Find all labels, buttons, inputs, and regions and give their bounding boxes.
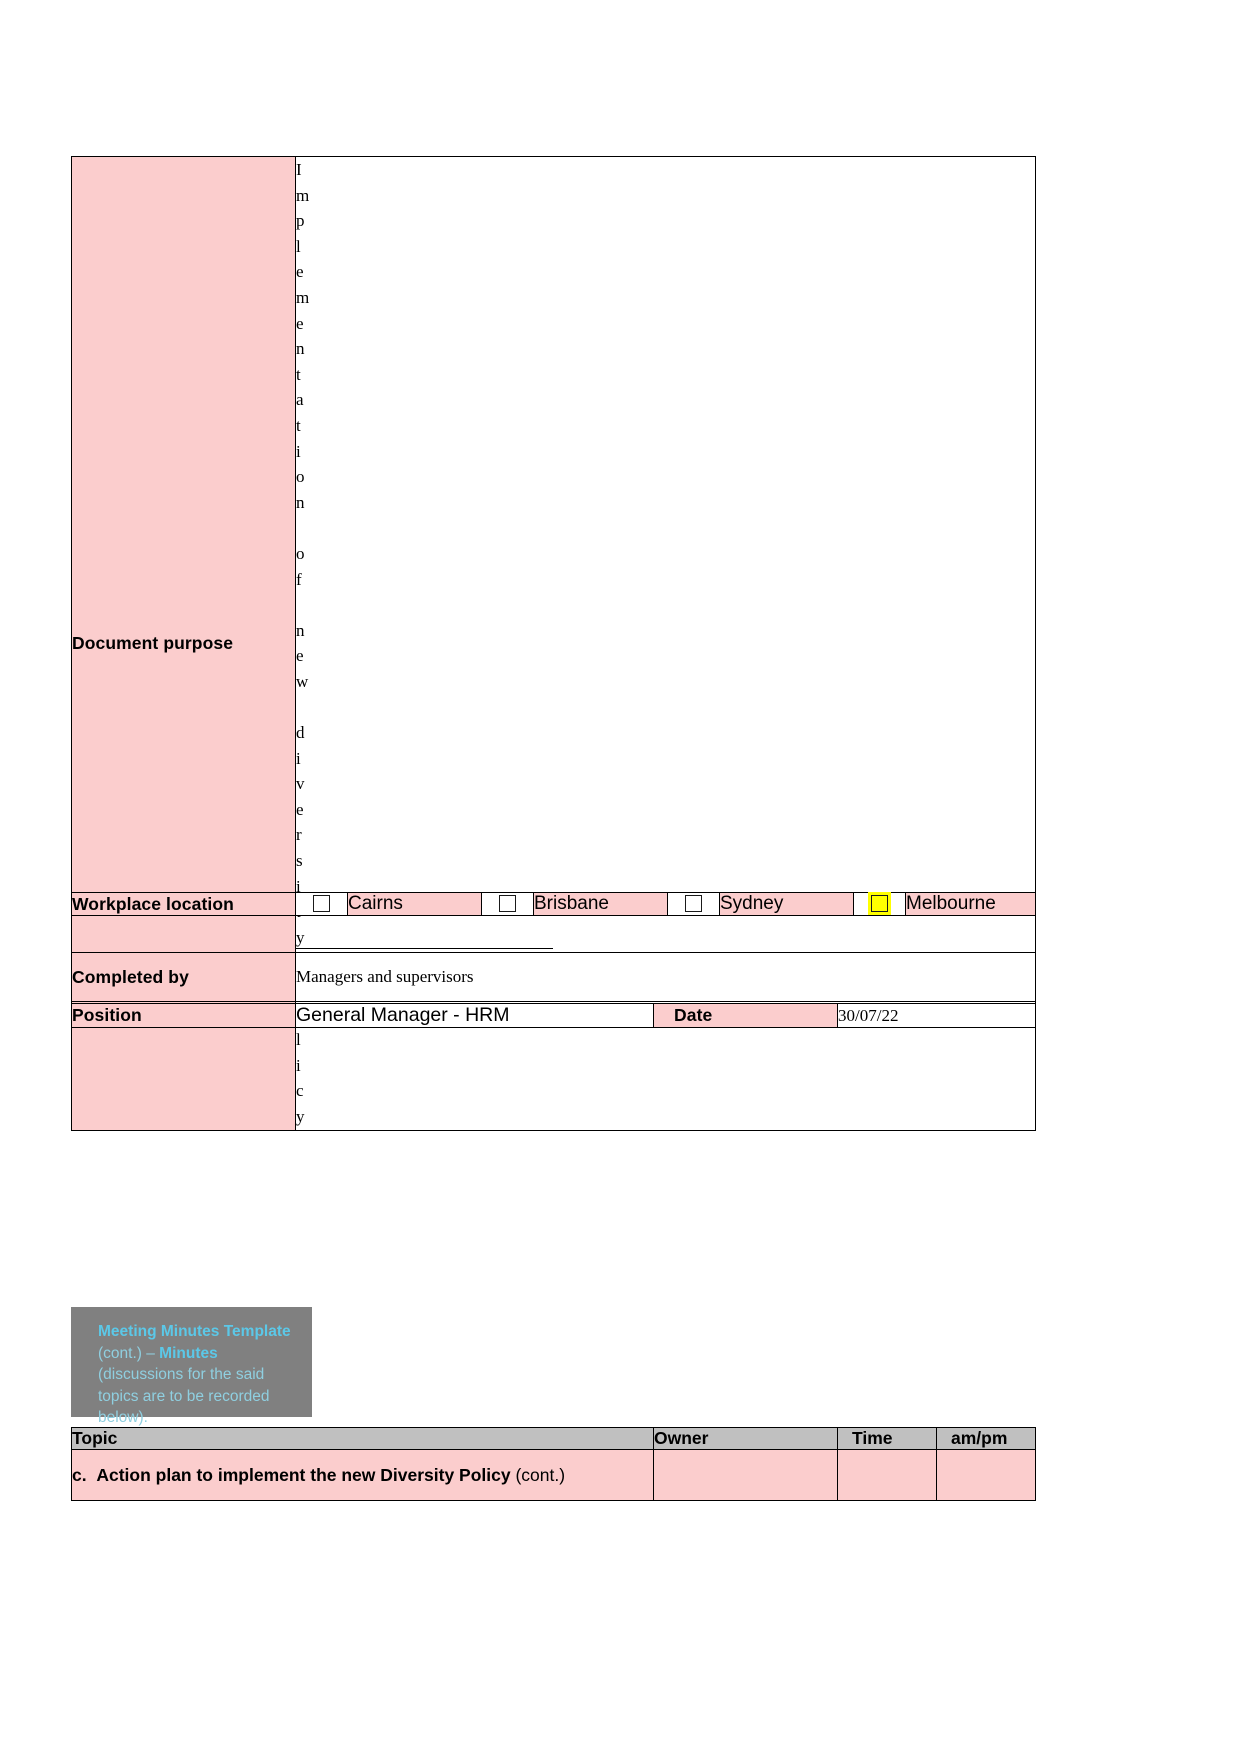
document-purpose-char: a [296, 390, 304, 410]
date-label: Date [653, 1003, 838, 1028]
document-purpose-char: m [296, 185, 310, 205]
document-purpose-char: n [296, 339, 305, 359]
meeting-minutes-callout: Meeting Minutes Template (cont.) – Minut… [71, 1307, 312, 1426]
minutes-table: Topic Owner Time am/pm c. Action plan to… [71, 1427, 1036, 1501]
document-purpose-char: t [296, 415, 301, 435]
document-purpose-char: y [296, 1106, 305, 1126]
completed-by-label: Completed by [71, 952, 296, 1002]
minutes-row-topic[interactable]: c. Action plan to implement the new Dive… [71, 1449, 654, 1501]
callout-title-secondary: Minutes [159, 1344, 218, 1362]
document-purpose-char: l [296, 236, 301, 256]
document-purpose-char: c [296, 1081, 304, 1101]
column-header-ampm: am/pm [936, 1427, 1036, 1450]
workplace-and-signoff-table: Workplace location Cairns Brisbane Sydne… [71, 892, 1036, 916]
checkbox-sydney[interactable] [667, 892, 720, 916]
date-value[interactable]: 30/07/22 [837, 1003, 1036, 1028]
minutes-row-time[interactable] [837, 1449, 937, 1501]
document-purpose-char [297, 515, 1035, 541]
document-page: Document purpose Implementation of new d… [0, 0, 1241, 1754]
document-purpose-char: e [296, 646, 304, 666]
document-purpose-char: s [296, 851, 303, 871]
position-label: Position [71, 1003, 296, 1028]
workplace-location-label: Workplace location [71, 892, 296, 916]
document-purpose-char [297, 694, 1035, 720]
column-header-topic: Topic [71, 1427, 654, 1450]
column-header-time: Time [837, 1427, 937, 1450]
document-purpose-char: d [296, 723, 305, 743]
minutes-row-ampm[interactable] [936, 1449, 1036, 1501]
workplace-option-label-melbourne: Melbourne [905, 892, 1036, 916]
document-purpose-char: y [296, 927, 305, 947]
document-purpose-char: i [296, 441, 301, 461]
document-purpose-char: v [296, 774, 305, 794]
document-purpose-char: w [296, 671, 309, 691]
completed-by-value[interactable]: Managers and supervisors [295, 952, 1036, 1002]
table-row: c. Action plan to implement the new Dive… [71, 1449, 1036, 1501]
column-header-owner: Owner [653, 1427, 838, 1450]
completed-by-table: Completed by Managers and supervisors [71, 952, 1036, 1002]
document-purpose-char: n [296, 620, 305, 640]
document-purpose-char: I [296, 160, 302, 179]
document-purpose-char: t [296, 364, 301, 384]
position-value[interactable]: General Manager - HRM [295, 1003, 654, 1028]
checkbox-cairns[interactable] [295, 892, 348, 916]
document-purpose-char: e [296, 313, 304, 333]
document-purpose-char: l [296, 1030, 301, 1050]
document-purpose-char: o [296, 467, 305, 487]
callout-text-mid-2: (discussions for the said topics are to … [98, 1366, 270, 1426]
checkbox-icon-brisbane[interactable] [499, 895, 516, 913]
document-purpose-char: e [296, 799, 304, 819]
document-purpose-char: p [296, 211, 305, 231]
table-row-workplace-location: Workplace location Cairns Brisbane Sydne… [71, 892, 1036, 916]
minutes-row-marker: c. [72, 1464, 87, 1485]
minutes-row-owner[interactable] [653, 1449, 838, 1501]
document-purpose-char: n [296, 492, 305, 512]
document-purpose-char: e [296, 262, 304, 282]
horizontal-rule-divider [295, 948, 553, 949]
document-purpose-char: i [296, 748, 301, 768]
checkbox-brisbane[interactable] [481, 892, 534, 916]
document-purpose-char: o [296, 543, 305, 563]
minutes-row-topic-suffix: (cont.) [510, 1464, 566, 1485]
document-purpose-char: f [296, 569, 302, 589]
checkbox-icon-melbourne[interactable] [868, 892, 891, 916]
checkbox-melbourne[interactable] [853, 892, 906, 916]
workplace-option-label-brisbane: Brisbane [533, 892, 668, 916]
document-purpose-char: i [296, 1055, 301, 1075]
table-row-position-date: Position General Manager - HRM Date 30/0… [71, 1003, 1036, 1028]
minutes-row-topic-bold: Action plan to implement the new Diversi… [96, 1464, 511, 1485]
minutes-table-header-row: Topic Owner Time am/pm [71, 1427, 1036, 1450]
document-purpose-char [297, 592, 1035, 618]
checkbox-icon-sydney[interactable] [685, 895, 702, 913]
document-purpose-char: r [296, 825, 302, 845]
position-date-table: Position General Manager - HRM Date 30/0… [71, 1003, 1036, 1028]
callout-title-primary: Meeting Minutes Template [98, 1323, 291, 1340]
callout-text-mid-1: (cont.) – [98, 1344, 160, 1362]
document-purpose-char: m [296, 287, 310, 307]
table-row-completed-by: Completed by Managers and supervisors [71, 952, 1036, 1002]
workplace-option-label-cairns: Cairns [347, 892, 482, 916]
checkbox-icon-cairns[interactable] [313, 895, 330, 913]
workplace-option-label-sydney: Sydney [719, 892, 854, 916]
